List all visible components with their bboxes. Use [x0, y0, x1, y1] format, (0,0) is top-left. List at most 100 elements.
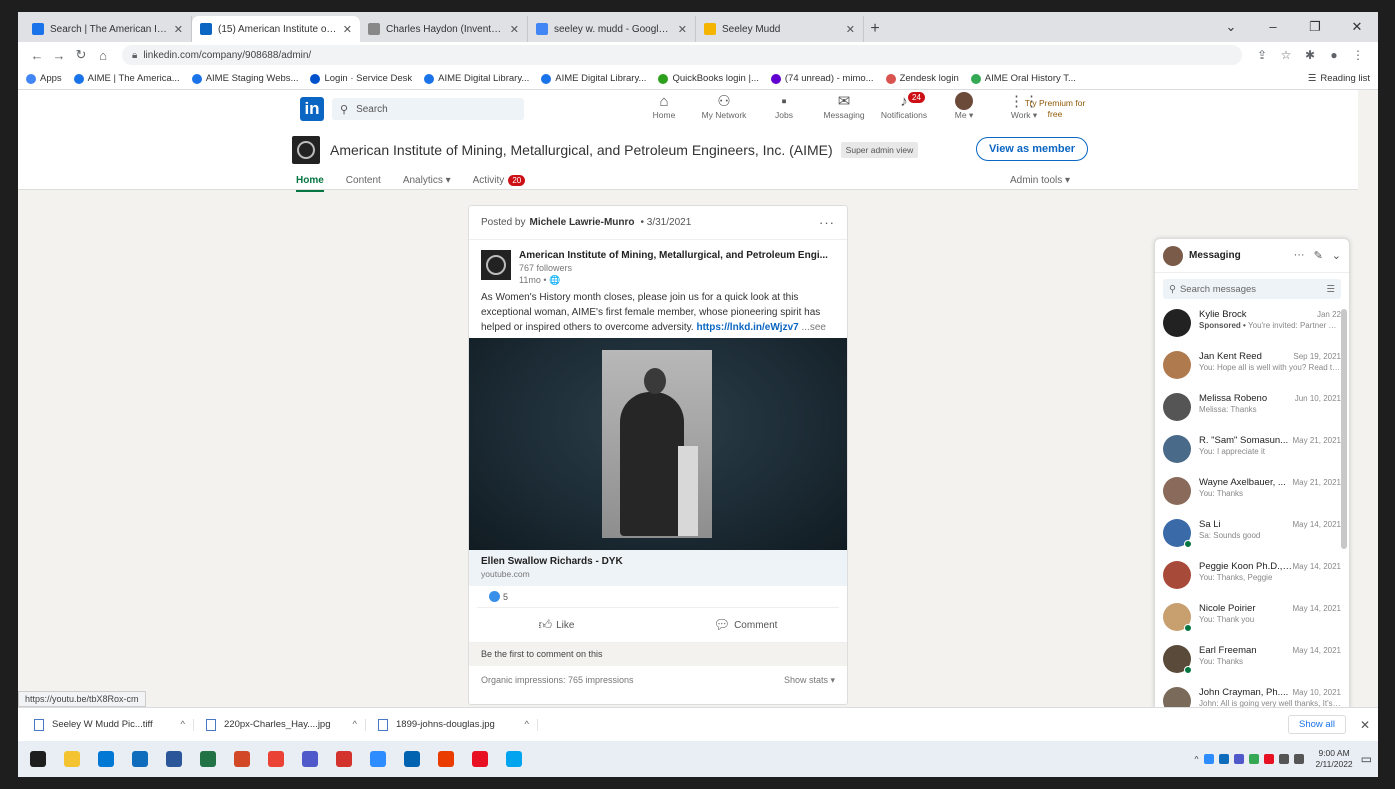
bookmark-star-icon[interactable]: ☆ — [1274, 48, 1298, 62]
back-icon[interactable]: ← — [26, 48, 48, 63]
bookmark-item[interactable]: AIME Digital Library... — [424, 73, 529, 84]
nav-item[interactable]: ▪ Jobs — [754, 92, 814, 121]
chevron-up-icon[interactable]: ^ — [353, 719, 357, 730]
bookmark-item[interactable]: Login · Service Desk — [310, 73, 412, 84]
profile-avatar[interactable]: ● — [1322, 48, 1346, 62]
conversation-item[interactable]: Peggie Koon Ph.D., ... May 14, 2021 You: T… — [1155, 557, 1349, 599]
nav-item[interactable]: ✉ Messaging — [814, 92, 874, 121]
extensions-icon[interactable]: ✱ — [1298, 48, 1322, 62]
notifications-icon[interactable]: ▭ — [1361, 752, 1372, 766]
tab-content[interactable]: Content — [346, 175, 381, 186]
conversation-item[interactable]: Melissa Robeno Jun 10, 2021 Melissa: Thank… — [1155, 389, 1349, 431]
app-icon[interactable] — [398, 745, 426, 773]
close-tab-icon[interactable]: ✕ — [678, 23, 687, 36]
tab-analytics[interactable]: Analytics ▾ — [403, 175, 451, 186]
try-premium-link[interactable]: Try Premium for free — [1020, 98, 1090, 120]
conversation-item[interactable]: Wayne Axelbauer, ... May 21, 2021 You: Tha… — [1155, 473, 1349, 515]
close-tab-icon[interactable]: ✕ — [846, 23, 855, 36]
comment-button[interactable]: 💬︎ Comment — [714, 617, 778, 633]
reload-icon[interactable]: ↻ — [70, 47, 92, 63]
collapse-icon[interactable]: ⌄ — [1332, 249, 1341, 262]
download-item[interactable]: 220px-Charles_Hay....jpg ^ — [198, 718, 366, 731]
windows-start-icon[interactable] — [24, 745, 52, 773]
close-tab-icon[interactable]: ✕ — [510, 23, 519, 36]
conversation-item[interactable]: Nicole Poirier May 14, 2021 You: Thank you — [1155, 599, 1349, 641]
reading-list-button[interactable]: ☰ Reading list — [1308, 73, 1370, 84]
close-downloads-icon[interactable]: ✕ — [1360, 718, 1370, 732]
messages-search-input[interactable]: ⚲ Search messages ☰ — [1163, 279, 1341, 299]
actor-name[interactable]: American Institute of Mining, Metallurgi… — [519, 250, 828, 262]
close-tab-icon[interactable]: ✕ — [343, 23, 352, 36]
tray-app-icon[interactable] — [1264, 754, 1275, 764]
excel-icon[interactable] — [194, 745, 222, 773]
wifi-icon[interactable] — [1279, 754, 1290, 764]
conversation-item[interactable]: Kylie Brock Jan 22 Sponsored • You're invi… — [1155, 305, 1349, 347]
maximize-button[interactable]: ❐ — [1294, 12, 1336, 42]
show-all-downloads-button[interactable]: Show all — [1288, 715, 1346, 734]
actor-logo[interactable] — [481, 250, 511, 280]
close-window-button[interactable]: ✕ — [1336, 12, 1378, 42]
admin-tools-dropdown[interactable]: Admin tools ▾ — [1010, 175, 1070, 186]
volume-icon[interactable] — [1294, 754, 1305, 764]
forward-icon[interactable]: → — [48, 48, 70, 63]
messaging-header[interactable]: Messaging ··· ✎ ⌄ — [1155, 239, 1349, 273]
conversation-item[interactable]: Earl Freeman May 14, 2021 You: Thanks — [1155, 641, 1349, 683]
bookmark-item[interactable]: QuickBooks login |... — [658, 73, 759, 84]
more-icon[interactable]: ··· — [1294, 249, 1305, 262]
clock[interactable]: 9:00 AM 2/11/2022 — [1315, 748, 1352, 770]
conversation-item[interactable]: Sa Li May 14, 2021 Sa: Sounds good — [1155, 515, 1349, 557]
bookmark-item[interactable]: Zendesk login — [885, 73, 959, 84]
link-preview[interactable]: Ellen Swallow Richards - DYK youtube.com — [469, 550, 847, 586]
show-stats-button[interactable]: Show stats ▾ — [784, 675, 835, 686]
tray-app-icon[interactable] — [1249, 754, 1260, 764]
linkedin-logo[interactable]: in — [300, 97, 324, 121]
close-tab-icon[interactable]: ✕ — [174, 23, 183, 36]
chevron-up-icon[interactable]: ^ — [181, 719, 185, 730]
more-options-icon[interactable]: ··· — [819, 215, 835, 230]
bookmark-item[interactable]: AIME Oral History T... — [970, 73, 1076, 84]
browser-tab[interactable]: Seeley Mudd ✕ — [696, 16, 864, 42]
bookmark-item[interactable]: AIME | The America... — [73, 73, 180, 84]
tray-chevron-icon[interactable]: ^ — [1194, 754, 1198, 764]
linkedin-search-input[interactable]: ⚲ Search — [332, 98, 524, 120]
post-link[interactable]: https://lnkd.in/eWjzv7 — [696, 322, 798, 333]
app3-icon[interactable] — [500, 745, 528, 773]
chrome-icon[interactable] — [262, 745, 290, 773]
filter-icon[interactable]: ☰ — [1326, 284, 1335, 295]
browser-tab[interactable]: Search | The American Institute o ✕ — [24, 16, 192, 42]
tab-home[interactable]: Home — [296, 175, 324, 192]
new-tab-button[interactable]: + — [864, 16, 886, 42]
mail-icon[interactable] — [92, 745, 120, 773]
view-as-member-button[interactable]: View as member — [976, 137, 1089, 161]
like-button[interactable]: 👍︎ Like — [539, 617, 575, 633]
chevron-up-icon[interactable]: ^ — [525, 719, 529, 730]
menu-icon[interactable]: ⋮ — [1346, 48, 1370, 62]
bookmark-item[interactable]: AIME Staging Webs... — [191, 73, 298, 84]
poster-name[interactable]: Michele Lawrie-Munro — [529, 217, 634, 228]
browser-tab[interactable]: seeley w. mudd - Google Search ✕ — [528, 16, 696, 42]
conversation-item[interactable]: R. "Sam" Somasun... May 21, 2021 You: I ap… — [1155, 431, 1349, 473]
zoom-icon[interactable] — [364, 745, 392, 773]
compose-icon[interactable]: ✎ — [1314, 249, 1323, 262]
tray-app-icon[interactable] — [1204, 754, 1215, 764]
tray-app-icon[interactable] — [1234, 754, 1245, 764]
nav-item[interactable]: ⌂ Home — [634, 92, 694, 121]
teams-icon[interactable] — [296, 745, 324, 773]
post-image[interactable] — [469, 338, 847, 550]
conversation-item[interactable]: Jan Kent Reed Sep 19, 2021 You: Hope all i… — [1155, 347, 1349, 389]
address-bar[interactable]: 🔒︎ linkedin.com/company/908688/admin/ — [122, 45, 1242, 65]
file-explorer-icon[interactable] — [58, 745, 86, 773]
tray-app-icon[interactable] — [1219, 754, 1230, 764]
nav-item[interactable]: ⚇ My Network — [694, 92, 754, 121]
browser-tab[interactable]: Charles Haydon (Inventor) - Wikip ✕ — [360, 16, 528, 42]
bookmark-item[interactable]: (74 unread) - mimo... — [770, 73, 874, 84]
powerpoint-icon[interactable] — [228, 745, 256, 773]
outlook-icon[interactable] — [126, 745, 154, 773]
bookmark-item[interactable]: AIME Digital Library... — [541, 73, 646, 84]
nav-item[interactable]: ♪ 24 Notifications — [874, 92, 934, 121]
bookmark-item[interactable]: Apps — [26, 73, 62, 84]
nav-item[interactable]: Me ▾ — [934, 92, 994, 121]
messaging-scrollbar[interactable] — [1341, 309, 1347, 549]
reactions-row[interactable]: 5 — [477, 586, 839, 608]
share-icon[interactable]: ⇪ — [1250, 48, 1274, 62]
